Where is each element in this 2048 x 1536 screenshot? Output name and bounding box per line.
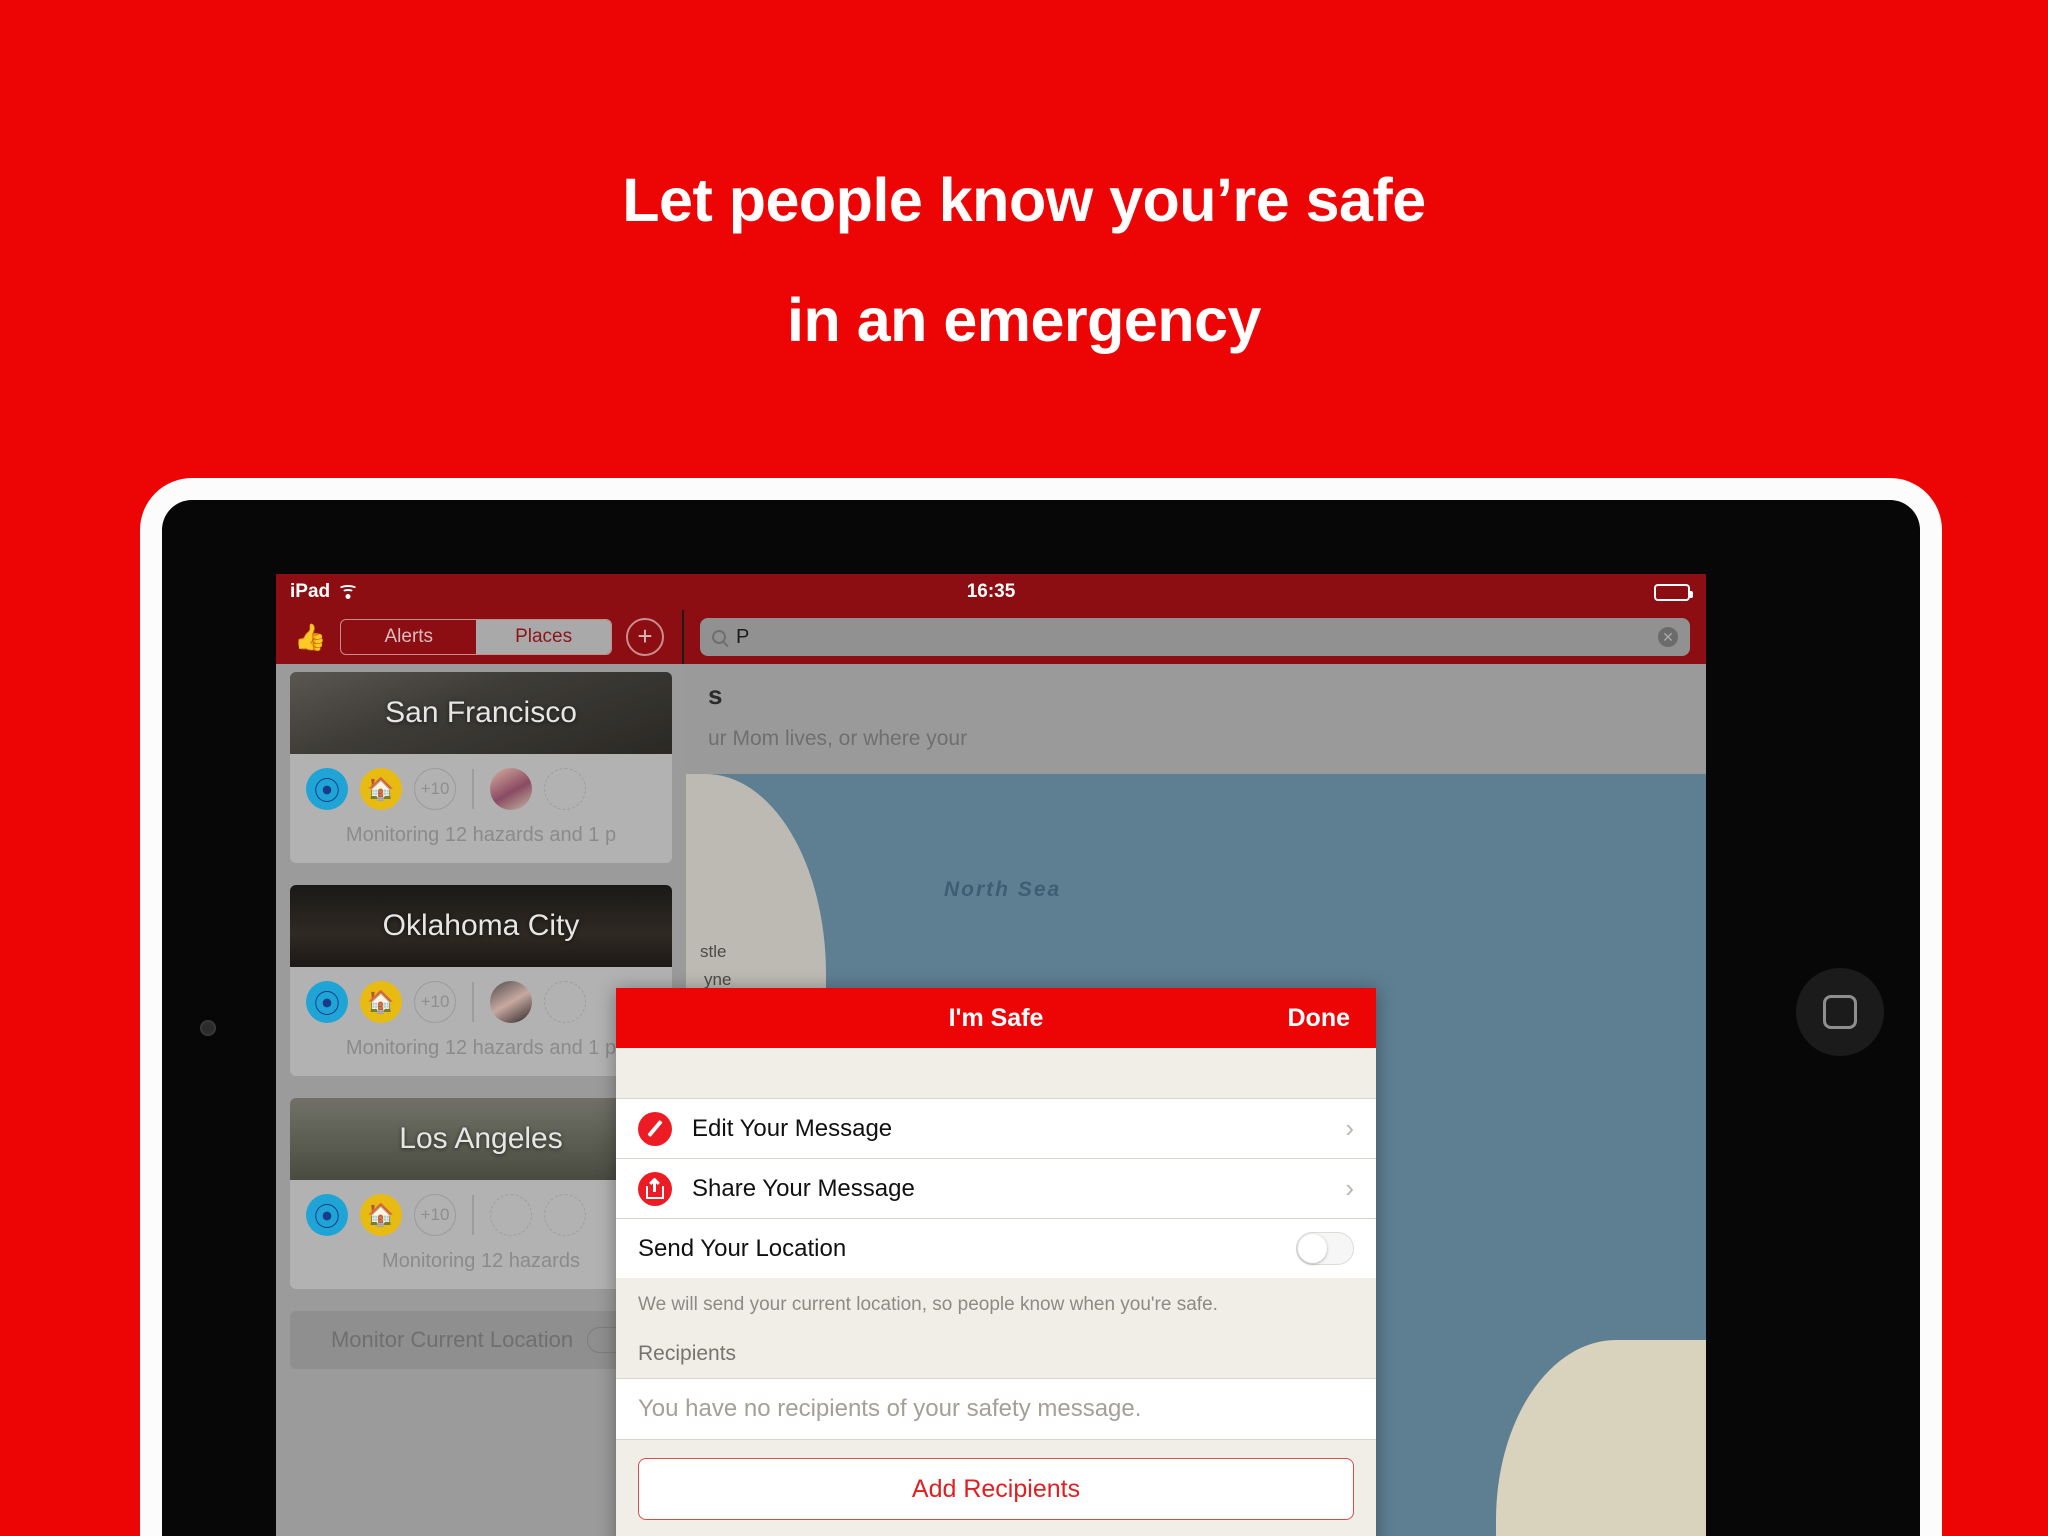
share-icon — [638, 1171, 672, 1206]
place-name: Oklahoma City — [382, 909, 580, 942]
recipients-empty-row: You have no recipients of your safety me… — [616, 1378, 1376, 1440]
ipad-screen: iPad 16:35 👍 Alerts Places + P ✕ San Fra… — [276, 574, 1706, 1536]
thumbs-up-icon[interactable]: 👍 — [294, 624, 326, 650]
front-camera-icon — [200, 1020, 216, 1036]
send-location-toggle[interactable] — [1296, 1232, 1354, 1265]
place-card[interactable]: San Francisco ⦿ 🏠 +10 Monitoring 12 haza… — [290, 672, 672, 863]
home-button-icon[interactable] — [1796, 968, 1884, 1056]
place-status: Monitoring 12 hazards and 1 p — [345, 824, 617, 846]
divider — [472, 982, 474, 1022]
shelter-icon[interactable]: 🏠 — [360, 1194, 402, 1236]
clear-icon[interactable]: ✕ — [1658, 627, 1678, 647]
pencil-icon — [638, 1111, 672, 1146]
edit-message-row[interactable]: Edit Your Message › — [616, 1098, 1376, 1158]
tab-alerts[interactable]: Alerts — [341, 620, 476, 654]
avatar-placeholder[interactable] — [543, 981, 586, 1023]
avatar-placeholder[interactable] — [489, 1194, 532, 1236]
map-panel-description: ur Mom lives, or where your — [708, 727, 968, 750]
monitor-current-location-label: Monitor Current Location — [330, 1327, 574, 1352]
ipad-device: iPad 16:35 👍 Alerts Places + P ✕ San Fra… — [140, 478, 1942, 1536]
avatar-placeholder[interactable] — [543, 768, 586, 810]
add-recipients-button[interactable]: Add Recipients — [638, 1458, 1354, 1520]
divider — [472, 1195, 474, 1235]
tab-places[interactable]: Places — [476, 620, 611, 654]
segmented-control[interactable]: Alerts Places — [340, 619, 612, 655]
monitor-current-location-row[interactable]: Monitor Current Location — [290, 1311, 672, 1369]
map-label-north-sea: North Sea — [944, 878, 1062, 901]
city-label: stle — [700, 942, 727, 961]
page-headline: Let people know you’re safe in an emerge… — [0, 140, 2048, 380]
more-hazards-badge[interactable]: +10 — [414, 768, 456, 810]
avatar[interactable] — [489, 768, 532, 810]
more-hazards-badge[interactable]: +10 — [414, 1194, 456, 1236]
place-photo: Los Angeles — [290, 1098, 672, 1180]
send-location-label: Send Your Location — [638, 1234, 847, 1262]
shelter-icon[interactable]: 🏠 — [360, 768, 402, 810]
modal-title: I'm Safe — [948, 1003, 1044, 1032]
chevron-right-icon: › — [1345, 1113, 1354, 1143]
divider — [472, 769, 474, 809]
im-safe-modal: I'm Safe Done Edit Your Message › Share … — [616, 988, 1376, 1536]
send-location-row[interactable]: Send Your Location — [616, 1218, 1376, 1278]
nav-bar: 👍 Alerts Places + P ✕ — [276, 610, 1706, 664]
battery-icon — [1654, 583, 1693, 601]
done-button[interactable]: Done — [1288, 1004, 1351, 1033]
recipients-section-header: Recipients — [638, 1342, 737, 1365]
place-name: Los Angeles — [399, 1122, 563, 1155]
place-name: San Francisco — [385, 696, 577, 729]
place-photo: San Francisco — [290, 672, 672, 754]
edit-message-label: Edit Your Message — [692, 1114, 893, 1142]
nav-bar-left: 👍 Alerts Places + — [276, 610, 684, 664]
status-bar: iPad 16:35 — [276, 574, 1706, 610]
shelter-icon[interactable]: 🏠 — [360, 981, 402, 1023]
avatar[interactable] — [489, 981, 532, 1023]
place-icon-row: ⦿ 🏠 +10 — [290, 754, 672, 824]
nav-bar-right: P ✕ — [684, 610, 1706, 664]
place-icon-row: ⦿ 🏠 +10 — [290, 967, 672, 1037]
headline-line-1: Let people know you’re safe — [622, 166, 1426, 234]
status-bar-time: 16:35 — [966, 581, 1016, 602]
place-card[interactable]: Los Angeles ⦿ 🏠 +10 Monitoring 12 hazard… — [290, 1098, 672, 1289]
modal-header: I'm Safe Done — [616, 988, 1376, 1048]
city-label: yne — [704, 970, 732, 989]
home-button-square — [1823, 995, 1857, 1029]
landmass-netherlands — [1496, 1340, 1706, 1536]
place-status: Monitoring 12 hazards and 1 p — [345, 1037, 617, 1059]
chevron-right-icon: › — [1345, 1173, 1354, 1203]
modal-spacer — [616, 1048, 1376, 1098]
place-icon-row: ⦿ 🏠 +10 — [290, 1180, 672, 1250]
map-panel-header: s ur Mom lives, or where your — [686, 664, 1706, 774]
headline-line-2: in an emergency — [787, 286, 1261, 354]
place-card[interactable]: Oklahoma City ⦿ 🏠 +10 Monitoring 12 haza… — [290, 885, 672, 1076]
share-message-row[interactable]: Share Your Message › — [616, 1158, 1376, 1218]
place-photo: Oklahoma City — [290, 885, 672, 967]
more-hazards-badge[interactable]: +10 — [414, 981, 456, 1023]
place-status: Monitoring 12 hazards — [382, 1250, 580, 1272]
search-icon — [712, 630, 726, 644]
avatar-placeholder[interactable] — [543, 1194, 586, 1236]
search-field[interactable]: P ✕ — [700, 618, 1690, 656]
add-place-button[interactable]: + — [626, 618, 664, 656]
status-bar-right — [1654, 583, 1693, 601]
map-panel-title: s — [708, 680, 723, 710]
hurricane-icon[interactable]: ⦿ — [306, 981, 348, 1023]
share-message-label: Share Your Message — [692, 1174, 915, 1202]
search-input[interactable]: P — [736, 626, 749, 649]
hurricane-icon[interactable]: ⦿ — [306, 768, 348, 810]
send-location-footnote: We will send your current location, so p… — [638, 1294, 1218, 1315]
hurricane-icon[interactable]: ⦿ — [306, 1194, 348, 1236]
